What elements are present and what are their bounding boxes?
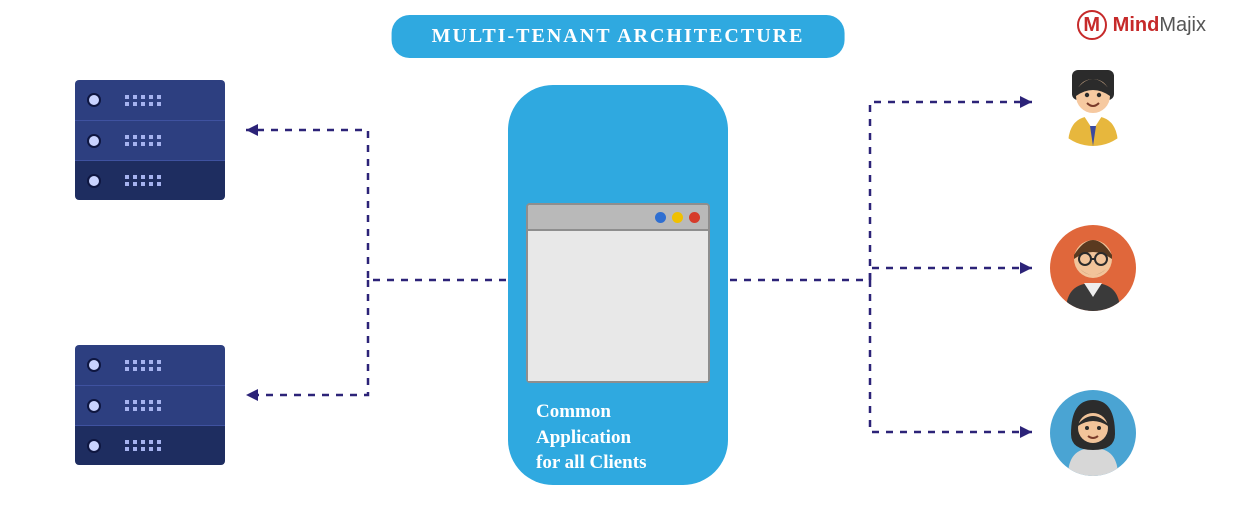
server-unit bbox=[75, 160, 225, 200]
server-led-icon bbox=[87, 134, 101, 148]
server-unit bbox=[75, 425, 225, 465]
client-avatar-icon bbox=[1050, 390, 1136, 476]
server-stack-icon bbox=[75, 80, 225, 200]
server-led-icon bbox=[87, 399, 101, 413]
device-caption: Common Application for all Clients bbox=[526, 383, 650, 476]
brand-name: MindMajix bbox=[1113, 14, 1206, 37]
window-control-dot-icon bbox=[689, 212, 700, 223]
server-vents-icon bbox=[125, 95, 161, 106]
server-stack-icon bbox=[75, 345, 225, 465]
server-unit bbox=[75, 80, 225, 120]
diagram-title: MULTI-TENANT ARCHITECTURE bbox=[392, 15, 845, 58]
window-control-dot-icon bbox=[672, 212, 683, 223]
server-unit bbox=[75, 120, 225, 160]
server-led-icon bbox=[87, 174, 101, 188]
client-avatar-icon bbox=[1050, 225, 1136, 311]
browser-title-bar bbox=[528, 205, 708, 231]
browser-window-icon bbox=[526, 203, 710, 383]
server-unit bbox=[75, 385, 225, 425]
server-led-icon bbox=[87, 93, 101, 107]
server-vents-icon bbox=[125, 175, 161, 186]
brand-logo-group: M MindMajix bbox=[1077, 10, 1206, 40]
browser-body bbox=[528, 231, 708, 381]
server-vents-icon bbox=[125, 440, 161, 451]
window-control-dot-icon bbox=[655, 212, 666, 223]
client-avatar-icon bbox=[1050, 60, 1136, 146]
server-vents-icon bbox=[125, 360, 161, 371]
server-unit bbox=[75, 345, 225, 385]
server-led-icon bbox=[87, 358, 101, 372]
server-led-icon bbox=[87, 439, 101, 453]
server-vents-icon bbox=[125, 400, 161, 411]
common-app-device: Common Application for all Clients bbox=[508, 85, 728, 485]
brand-mark-icon: M bbox=[1077, 10, 1107, 40]
server-vents-icon bbox=[125, 135, 161, 146]
